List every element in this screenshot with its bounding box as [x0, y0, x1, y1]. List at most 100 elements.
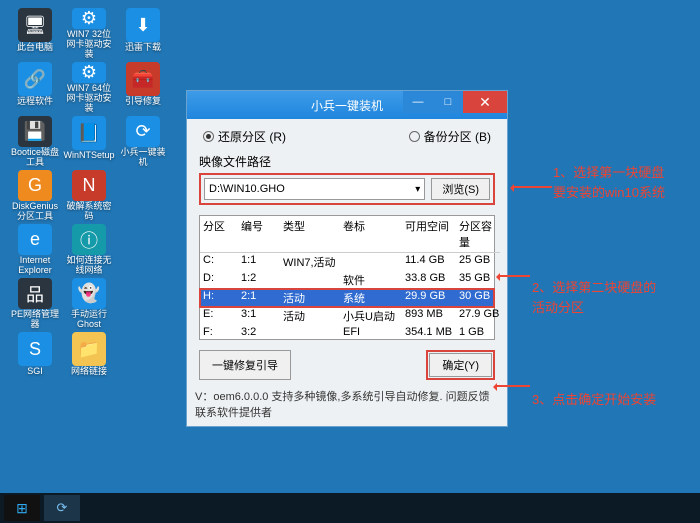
- icon-label: WIN7 64位网卡驱动安装: [64, 84, 114, 114]
- cell: 1:2: [238, 271, 280, 289]
- mode-radio-row: 还原分区 (R) 备份分区 (B): [187, 119, 507, 149]
- table-row[interactable]: F:3:2EFI354.1 MB1 GB: [200, 325, 494, 339]
- app-icon: 🔗: [18, 62, 52, 96]
- cell: WIN7,活动: [280, 253, 340, 271]
- cell: 小兵U启动: [340, 307, 402, 325]
- titlebar[interactable]: 小兵一键装机 — □ ✕: [187, 91, 507, 119]
- col-header[interactable]: 卷标: [340, 216, 402, 253]
- close-button[interactable]: ✕: [463, 91, 507, 113]
- cell: [340, 253, 402, 271]
- icon-label: 此台电脑: [17, 43, 53, 53]
- backup-radio[interactable]: 备份分区 (B): [409, 128, 491, 145]
- app-icon: e: [18, 224, 52, 255]
- app-icon: ⬇: [126, 8, 160, 42]
- repair-boot-button[interactable]: 一键修复引导: [199, 350, 291, 380]
- desktop-icon-WinNTSetup[interactable]: 📘WinNTSetup: [64, 116, 114, 168]
- col-header[interactable]: 编号: [238, 216, 280, 253]
- desktop-icon-破解系统密码[interactable]: N破解系统密码: [64, 170, 114, 222]
- cell: 29.9 GB: [402, 289, 456, 307]
- cell: 354.1 MB: [402, 325, 456, 339]
- cell: 3:2: [238, 325, 280, 339]
- status-text: V：oem6.0.0.0 支持多种镜像,多系统引导自动修复. 问题反馈联系软件提…: [187, 386, 507, 426]
- col-header[interactable]: 分区容量: [456, 216, 500, 253]
- table-body: C:1:1WIN7,活动11.4 GB25 GBD:1:2软件33.8 GB35…: [200, 253, 494, 339]
- app-icon: G: [18, 170, 52, 201]
- app-icon: 👻: [72, 278, 106, 309]
- icon-label: 迅雷下载: [125, 43, 161, 53]
- ok-button[interactable]: 确定(Y): [429, 353, 492, 377]
- annotation-2: 2、选择第二块硬盘的 活动分区: [532, 278, 656, 317]
- desktop-icon-远程软件[interactable]: 🔗远程软件: [10, 62, 60, 114]
- icon-label: 远程软件: [17, 97, 53, 107]
- desktop-icon-如何连接无线网络[interactable]: ⓘ如何连接无线网络: [64, 224, 114, 276]
- app-icon: 💾: [18, 116, 52, 147]
- icon-label: WinNTSetup: [63, 151, 114, 161]
- browse-button[interactable]: 浏览(S): [431, 178, 490, 200]
- cell: [280, 325, 340, 339]
- task-installer[interactable]: ⟳: [44, 495, 80, 521]
- restore-radio[interactable]: 还原分区 (R): [203, 128, 286, 145]
- start-button[interactable]: ⊞: [4, 495, 40, 521]
- app-icon: 📘: [72, 116, 106, 150]
- icon-label: SGI: [27, 367, 43, 377]
- desktop-icon-WIN7 32位网卡驱动安装[interactable]: ⚙WIN7 32位网卡驱动安装: [64, 8, 114, 60]
- desktop-icon-WIN7 64位网卡驱动安装[interactable]: ⚙WIN7 64位网卡驱动安装: [64, 62, 114, 114]
- backup-label: 备份分区 (B): [424, 128, 491, 145]
- desktop-icon-SGI[interactable]: SSGI: [10, 332, 60, 384]
- col-header[interactable]: 分区: [200, 216, 238, 253]
- desktop: 🖥此台电脑⚙WIN7 32位网卡驱动安装⬇迅雷下载🔗远程软件⚙WIN7 64位网…: [0, 0, 700, 523]
- desktop-icon-网络链接[interactable]: 📁网络链接: [64, 332, 114, 384]
- app-icon: 品: [18, 278, 52, 309]
- image-path-input[interactable]: D:\WIN10.GHO ▾: [204, 178, 425, 200]
- taskbar[interactable]: ⊞ ⟳: [0, 493, 700, 523]
- cell: E:: [200, 307, 238, 325]
- table-row[interactable]: C:1:1WIN7,活动11.4 GB25 GB: [200, 253, 494, 271]
- image-path-value: D:\WIN10.GHO: [209, 183, 285, 195]
- restore-label: 还原分区 (R): [218, 128, 286, 145]
- minimize-button[interactable]: —: [403, 91, 433, 113]
- app-icon: 🧰: [126, 62, 160, 96]
- arrow-1: [512, 186, 552, 188]
- partition-table: 分区编号类型卷标可用空间分区容量 C:1:1WIN7,活动11.4 GB25 G…: [199, 215, 495, 340]
- table-header: 分区编号类型卷标可用空间分区容量: [200, 216, 494, 253]
- desktop-icon-DiskGenius分区工具[interactable]: GDiskGenius分区工具: [10, 170, 60, 222]
- cell: C:: [200, 253, 238, 271]
- radio-icon: [409, 131, 420, 142]
- dialog-title: 小兵一键装机: [311, 97, 383, 114]
- desktop-icon-Bootice磁盘工具[interactable]: 💾Bootice磁盘工具: [10, 116, 60, 168]
- app-icon: S: [18, 332, 52, 366]
- desktop-icon-引导修复[interactable]: 🧰引导修复: [118, 62, 168, 114]
- cell: 893 MB: [402, 307, 456, 325]
- icon-label: 小兵一键装机: [118, 148, 168, 168]
- cell: 活动: [280, 289, 340, 307]
- image-path-label: 映像文件路径: [199, 153, 495, 170]
- cell: 1:1: [238, 253, 280, 271]
- desktop-icon-PE网络管理器[interactable]: 品PE网络管理器: [10, 278, 60, 330]
- cell: D:: [200, 271, 238, 289]
- app-icon: 📁: [72, 332, 106, 366]
- maximize-button[interactable]: □: [433, 91, 463, 113]
- desktop-icon-Internet Explorer[interactable]: eInternet Explorer: [10, 224, 60, 276]
- app-icon: N: [72, 170, 106, 201]
- cell: 系统: [340, 289, 402, 307]
- desktop-icon-迅雷下载[interactable]: ⬇迅雷下载: [118, 8, 168, 60]
- chevron-down-icon[interactable]: ▾: [415, 184, 420, 195]
- app-icon: ⟳: [126, 116, 160, 147]
- desktop-icon-此台电脑[interactable]: 🖥此台电脑: [10, 8, 60, 60]
- cell: F:: [200, 325, 238, 339]
- table-row[interactable]: D:1:2软件33.8 GB35 GB: [200, 271, 494, 289]
- col-header[interactable]: 类型: [280, 216, 340, 253]
- table-row[interactable]: H:2:1活动系统29.9 GB30 GB: [200, 289, 494, 307]
- cell: 27.9 GB: [456, 307, 500, 325]
- cell: 11.4 GB: [402, 253, 456, 271]
- icon-label: DiskGenius分区工具: [10, 202, 60, 222]
- annotation-3: 3、点击确定开始安装: [532, 390, 656, 410]
- col-header[interactable]: 可用空间: [402, 216, 456, 253]
- cell: H:: [200, 289, 238, 307]
- cell: 25 GB: [456, 253, 500, 271]
- desktop-icon-手动运行Ghost[interactable]: 👻手动运行Ghost: [64, 278, 114, 330]
- cell: 30 GB: [456, 289, 500, 307]
- table-row[interactable]: E:3:1活动小兵U启动893 MB27.9 GB: [200, 307, 494, 325]
- button-row: 一键修复引导 确定(Y): [187, 340, 507, 386]
- desktop-icon-小兵一键装机[interactable]: ⟳小兵一键装机: [118, 116, 168, 168]
